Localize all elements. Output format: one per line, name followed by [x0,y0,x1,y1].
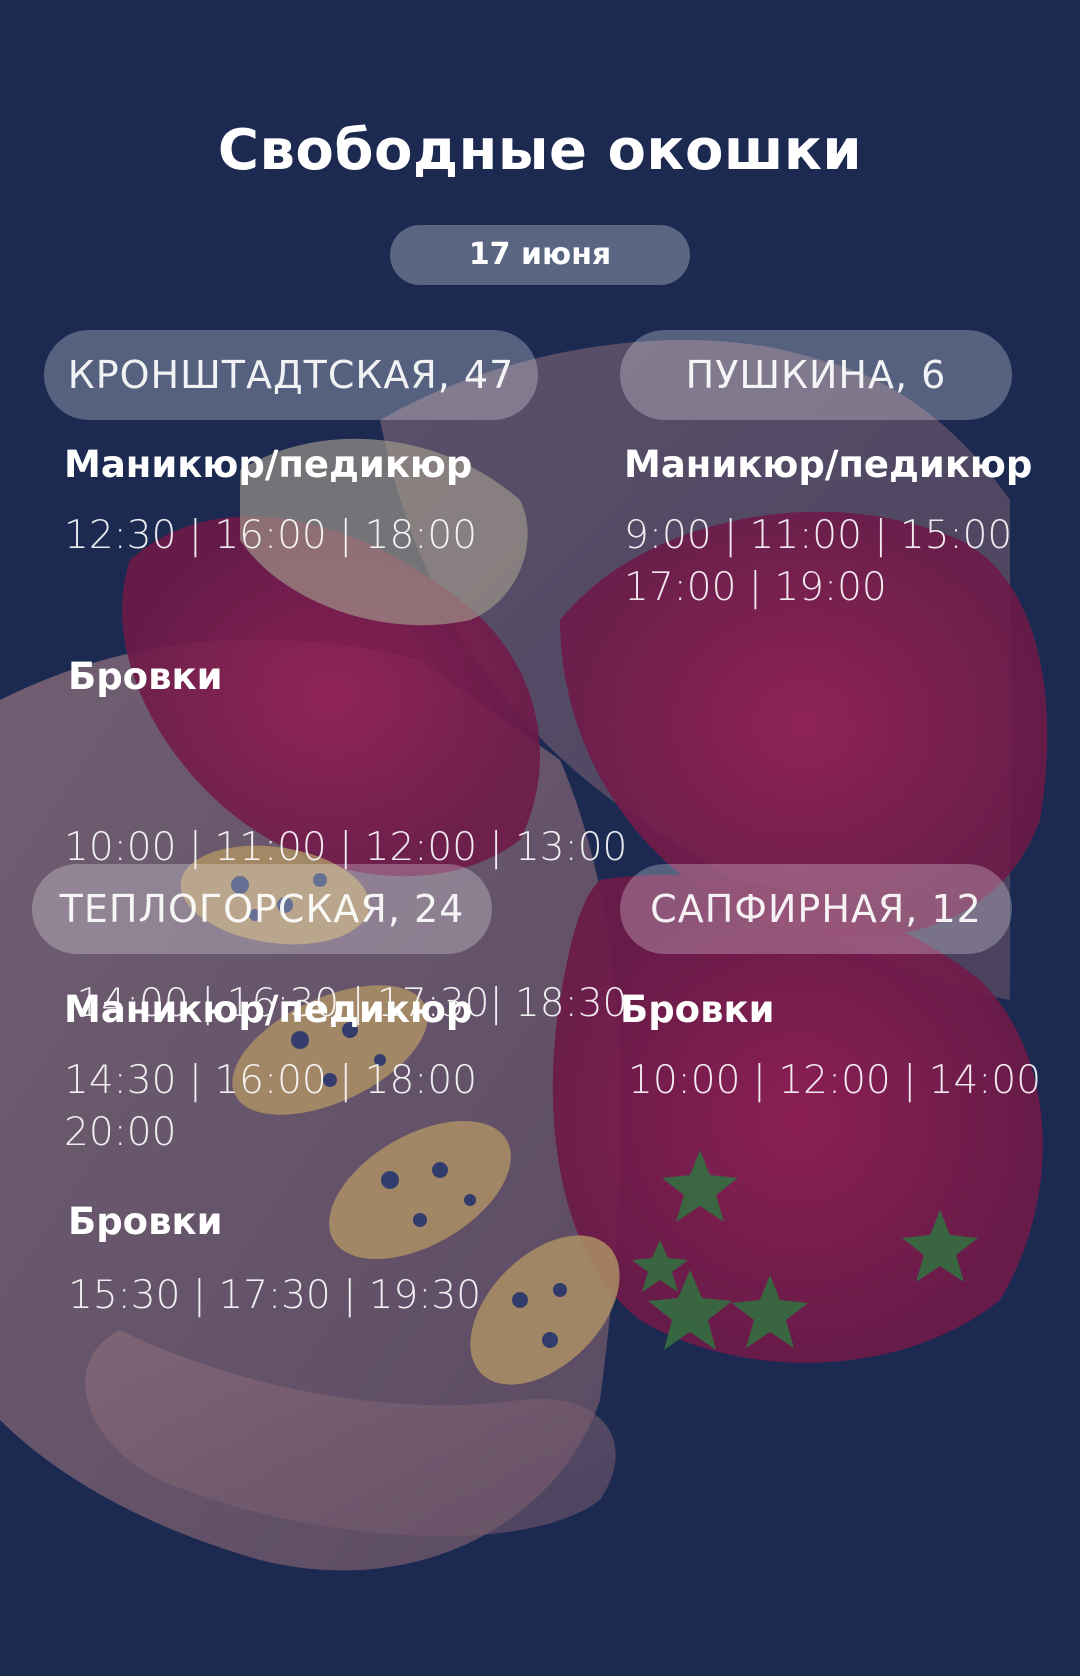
time-slots-line: 15:30 | 17:30 | 19:30 [68,1273,482,1318]
story-card: Свободные окошки 17 июня КРОНШТАДТСКАЯ, … [0,0,1080,1676]
time-slots: 14:30 | 16:00 | 18:00 20:00 [64,1055,477,1159]
service-title: Маникюр/педикюр [64,988,473,1031]
page-title: Свободные окошки [217,118,863,183]
time-slots-line: 10:00 | 12:00 | 14:00 [628,1058,1042,1103]
service-title: Маникюр/педикюр [624,443,1033,486]
service-title: Бровки [68,1200,223,1243]
location-pill-kronshtadtskaya[interactable]: КРОНШТАДТСКАЯ, 47 [44,330,538,420]
location-pill-pushkina[interactable]: ПУШКИНА, 6 [620,330,1012,420]
time-slots: 15:30 | 17:30 | 19:30 [68,1270,481,1322]
service-title: Маникюр/педикюр [64,443,473,486]
service-title: Бровки [68,655,223,698]
time-slots-line: 14:30 | 16:00 | 18:00 [64,1058,478,1103]
location-pill-teplogorskaya[interactable]: ТЕПЛОГОРСКАЯ, 24 [32,864,492,954]
time-slots: 9:00 | 11:00 | 15:00 17:00 | 19:00 [624,510,1012,614]
time-slots: 10:00 | 12:00 | 14:00 [628,1055,1041,1107]
location-pill-sapfirnaya[interactable]: САПФИРНАЯ, 12 [620,864,1012,954]
time-slots-line: 17:00 | 19:00 [624,565,887,610]
time-slots-line: 9:00 | 11:00 | 15:00 [624,513,1013,558]
time-slots-line: 20:00 [64,1110,177,1155]
time-slots: 12:30 | 16:00 | 18:00 [64,510,477,562]
date-badge: 17 июня [390,225,690,285]
service-title: Бровки [620,988,775,1031]
time-slots-line: 12:30 | 16:00 | 18:00 [64,513,478,558]
